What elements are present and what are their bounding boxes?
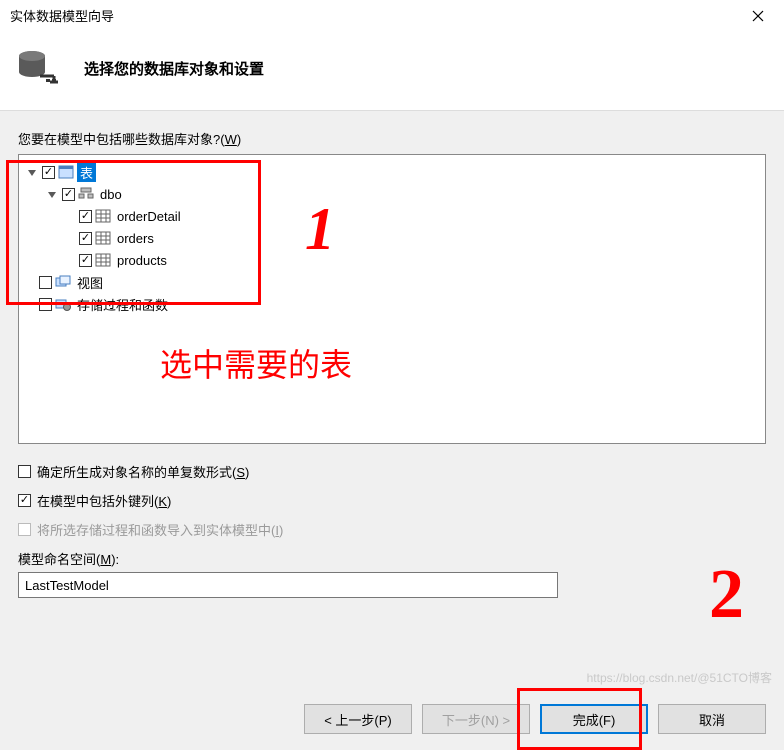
titlebar: 实体数据模型向导 xyxy=(0,0,784,32)
option-import-sp: 将所选存储过程和函数导入到实体模型中(I) xyxy=(18,520,766,539)
checkbox-orderdetail[interactable] xyxy=(79,210,92,223)
option-pluralize[interactable]: 确定所生成对象名称的单复数形式(S) xyxy=(18,462,766,481)
checkbox-import-sp xyxy=(18,523,31,536)
option-fkeys[interactable]: 在模型中包括外键列(K) xyxy=(18,491,766,510)
orders-label[interactable]: orders xyxy=(114,231,157,246)
wizard-header: 选择您的数据库对象和设置 xyxy=(0,32,784,110)
checkbox-products[interactable] xyxy=(79,254,92,267)
pluralize-label: 确定所生成对象名称的单复数形式(S) xyxy=(37,462,249,481)
checkbox-views[interactable] xyxy=(39,276,52,289)
checkbox-sprocs[interactable] xyxy=(39,298,52,311)
views-label[interactable]: 视图 xyxy=(74,273,106,292)
checkbox-fkeys[interactable] xyxy=(18,494,31,507)
tables-label[interactable]: 表 xyxy=(77,163,96,182)
cancel-button[interactable]: 取消 xyxy=(658,704,766,734)
schema-icon xyxy=(78,186,94,202)
tree-node-orderdetail[interactable]: orderDetail xyxy=(23,205,761,227)
watermark: https://blog.csdn.net/@51CTO博客 xyxy=(587,669,772,686)
table-icon xyxy=(95,230,111,246)
finish-button[interactable]: 完成(F) xyxy=(540,704,648,734)
prev-button[interactable]: < 上一步(P) xyxy=(304,704,412,734)
checkbox-pluralize[interactable] xyxy=(18,465,31,478)
expander-icon[interactable] xyxy=(25,165,39,179)
checkbox-dbo[interactable] xyxy=(62,188,75,201)
database-icon xyxy=(16,46,60,90)
views-icon xyxy=(55,274,71,290)
next-button: 下一步(N) > xyxy=(422,704,530,734)
options-area: 确定所生成对象名称的单复数形式(S) 在模型中包括外键列(K) 将所选存储过程和… xyxy=(18,462,766,598)
namespace-input[interactable] xyxy=(18,572,558,598)
sprocs-label[interactable]: 存储过程和函数 xyxy=(74,295,171,314)
wizard-buttons: < 上一步(P) 下一步(N) > 完成(F) 取消 xyxy=(304,704,766,734)
tree-node-views[interactable]: 视图 xyxy=(23,271,761,293)
close-button[interactable] xyxy=(740,2,776,30)
checkbox-orders[interactable] xyxy=(79,232,92,245)
objects-prompt: 您要在模型中包括哪些数据库对象?(W) xyxy=(18,129,766,148)
dbo-label[interactable]: dbo xyxy=(97,187,125,202)
tree-node-tables[interactable]: 表 xyxy=(23,161,761,183)
objects-tree[interactable]: 表 dbo orderDetail orders xyxy=(18,154,766,444)
checkbox-tables[interactable] xyxy=(42,166,55,179)
close-icon xyxy=(752,10,764,22)
fkeys-label: 在模型中包括外键列(K) xyxy=(37,491,171,510)
tree-node-products[interactable]: products xyxy=(23,249,761,271)
wizard-content: 您要在模型中包括哪些数据库对象?(W) 表 dbo xyxy=(0,110,784,750)
expander-icon[interactable] xyxy=(45,187,59,201)
sprocs-icon xyxy=(55,296,71,312)
namespace-label: 模型命名空间(M): xyxy=(18,549,766,568)
products-label[interactable]: products xyxy=(114,253,170,268)
tables-icon xyxy=(58,164,74,180)
window-title: 实体数据模型向导 xyxy=(10,6,114,25)
import-sp-label: 将所选存储过程和函数导入到实体模型中(I) xyxy=(37,520,283,539)
orderdetail-label[interactable]: orderDetail xyxy=(114,209,184,224)
table-icon xyxy=(95,252,111,268)
tree-node-sprocs[interactable]: 存储过程和函数 xyxy=(23,293,761,315)
tree-node-dbo[interactable]: dbo xyxy=(23,183,761,205)
table-icon xyxy=(95,208,111,224)
header-title: 选择您的数据库对象和设置 xyxy=(84,58,264,79)
tree-node-orders[interactable]: orders xyxy=(23,227,761,249)
